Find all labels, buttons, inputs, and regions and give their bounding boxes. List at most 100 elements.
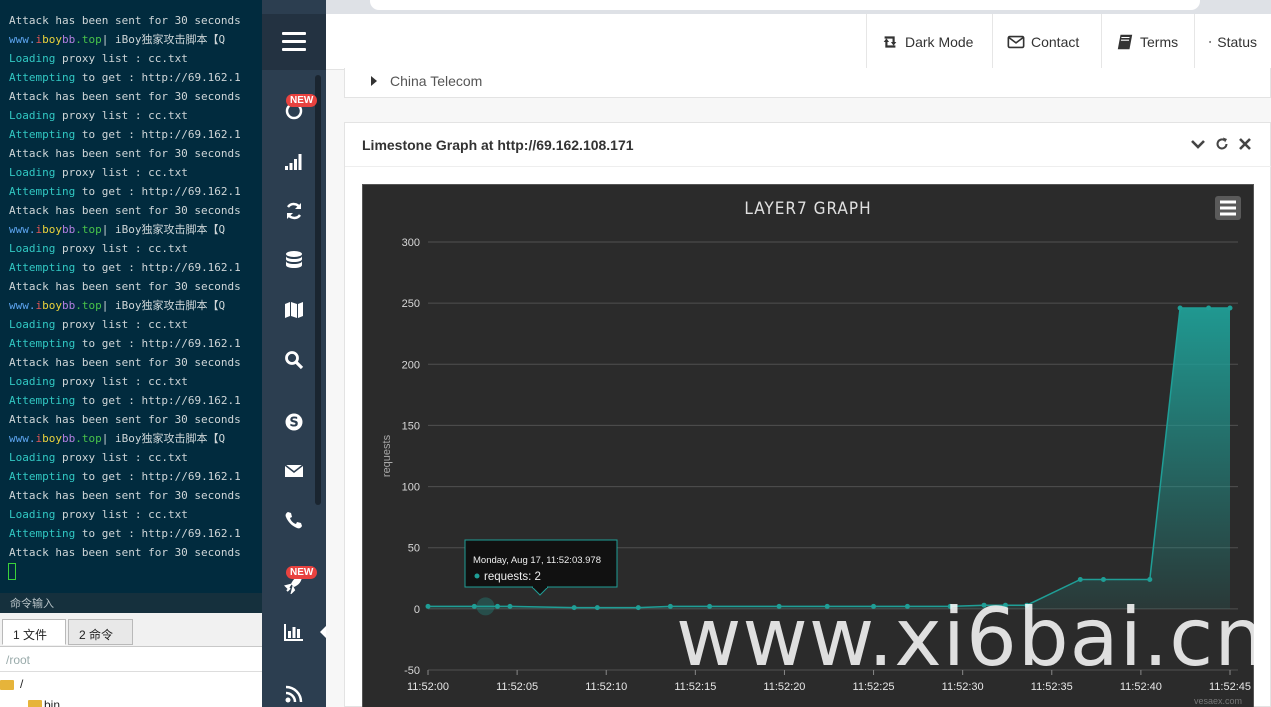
panel-title: Limestone Graph at http://69.162.108.171 <box>362 137 634 153</box>
terminal-window[interactable]: Attack has been sent for 30 seconds www.i… <box>0 0 262 593</box>
book-icon <box>1117 34 1133 50</box>
envelope-icon <box>284 464 304 477</box>
terminal-line: Attempting to get : http://69.162.1 <box>9 334 241 353</box>
terminal-text: Loading <box>9 52 56 65</box>
y-tick-label: 150 <box>402 420 420 432</box>
terminal-line: Attack has been sent for 30 seconds <box>9 11 241 30</box>
terminal-text: Loading <box>9 508 56 521</box>
terminal-text: | iBoy独家攻击脚本【Q <box>101 223 226 236</box>
terminal-text: Attack has been sent for 30 seconds <box>9 147 241 160</box>
signal-icon <box>285 154 302 170</box>
terminal-text: Loading <box>9 375 56 388</box>
data-point <box>1100 577 1106 583</box>
isp-accordion[interactable]: China Telecom <box>344 68 1271 98</box>
terminal-text: Attack has been sent for 30 seconds <box>9 489 241 502</box>
terminal-text: bb <box>62 432 76 445</box>
new-badge: NEW <box>286 566 318 579</box>
tab-commands-label: 2 命令 <box>79 628 114 642</box>
terminal-text: proxy list : cc.txt <box>55 508 188 521</box>
terminal-line: Loading proxy list : cc.txt <box>9 106 241 125</box>
command-input-bar[interactable]: 命令输入 <box>0 593 262 613</box>
terminal-text: .top <box>75 299 102 312</box>
tooltip-pointer-mask <box>533 585 547 588</box>
terms-button[interactable]: Terms <box>1101 14 1194 70</box>
address-bar[interactable] <box>370 0 1200 10</box>
path-field[interactable]: /root <box>0 648 262 672</box>
terminal-text: Attack has been sent for 30 seconds <box>9 204 241 217</box>
nav-item-rss[interactable] <box>262 672 326 707</box>
refresh-icon <box>286 202 302 220</box>
tab-commands[interactable]: 2 命令 <box>68 619 133 645</box>
nav-item-signal[interactable] <box>262 139 326 183</box>
nav-item-email[interactable] <box>262 449 326 493</box>
nav-item-skype[interactable]: S <box>262 400 326 444</box>
data-point <box>635 605 641 611</box>
data-point <box>471 603 477 609</box>
phone-icon <box>285 512 302 529</box>
nav-item-database[interactable] <box>262 238 326 282</box>
skype-icon: S <box>285 413 303 431</box>
tooltip-date: Monday, Aug 17, 11:52:03.978 <box>473 555 601 566</box>
chart-menu-button[interactable] <box>1215 196 1241 220</box>
data-point <box>425 603 431 609</box>
y-tick-label: 250 <box>402 298 420 310</box>
data-point <box>667 603 673 609</box>
dark-mode-button[interactable]: Dark Mode <box>866 14 992 70</box>
status-label: Status <box>1217 34 1257 50</box>
reload-icon[interactable] <box>1213 135 1231 153</box>
terminal-cursor <box>8 563 16 580</box>
y-tick-label: 100 <box>402 482 420 494</box>
path-text: /root <box>6 653 31 667</box>
tab-files-label: 1 文件 <box>13 628 48 642</box>
terminal-line: Loading proxy list : cc.txt <box>9 372 241 391</box>
terminal-line: Loading proxy list : cc.txt <box>9 315 241 334</box>
data-point <box>1147 577 1153 583</box>
close-icon[interactable] <box>1236 135 1254 153</box>
tab-files[interactable]: 1 文件 <box>2 619 66 645</box>
terminal-text: Loading <box>9 109 56 122</box>
terminal-text: to get : http://69.162.1 <box>75 337 241 350</box>
terminal-text: boy <box>42 223 62 236</box>
terminal-line: www.iboybb.top| iBoy独家攻击脚本【Q <box>9 296 241 315</box>
terminal-line: Attack has been sent for 30 seconds <box>9 486 241 505</box>
panel-header: Limestone Graph at http://69.162.108.171 <box>345 123 1271 167</box>
terminal-text: Attempting <box>9 470 76 483</box>
data-point <box>495 603 501 609</box>
terminal-text: proxy list : cc.txt <box>55 52 188 65</box>
tree-item-bin[interactable]: bin <box>44 698 60 707</box>
contact-button[interactable]: Contact <box>992 14 1101 70</box>
terminal-text: proxy list : cc.txt <box>55 166 188 179</box>
terminal-line: www.iboybb.top| iBoy独家攻击脚本【Q <box>9 429 241 448</box>
collapse-icon[interactable] <box>1189 135 1207 153</box>
terminal-text: Attempting <box>9 337 76 350</box>
terminal-line: Attempting to get : http://69.162.1 <box>9 467 241 486</box>
terminal-text: Attack has been sent for 30 seconds <box>9 90 241 103</box>
nav-item-graph[interactable] <box>262 610 326 654</box>
new-badge: NEW <box>286 94 318 107</box>
svg-text:S: S <box>289 416 298 431</box>
hamburger-icon <box>282 32 306 35</box>
nav-item-search[interactable] <box>262 338 326 382</box>
terminal-line: Loading proxy list : cc.txt <box>9 239 241 258</box>
map-icon <box>285 302 303 318</box>
nav-sidebar: NEW S NEW <box>262 0 327 707</box>
terminal-text: | iBoy独家攻击脚本【Q <box>101 299 226 312</box>
terminal-line: Attempting to get : http://69.162.1 <box>9 182 241 201</box>
data-point <box>1227 305 1233 311</box>
status-button[interactable]: Status <box>1194 14 1271 70</box>
tree-item-root[interactable]: / <box>20 677 23 691</box>
nav-item-phone[interactable] <box>262 498 326 542</box>
bottom-tabs: 1 文件 2 命令 <box>0 613 262 647</box>
terminal-line: Loading proxy list : cc.txt <box>9 505 241 524</box>
terminal-text: Attempting <box>9 185 76 198</box>
nav-item-refresh[interactable] <box>262 189 326 233</box>
menu-toggle-button[interactable] <box>262 14 326 70</box>
terminal-output: Attack has been sent for 30 seconds www.i… <box>9 11 241 562</box>
terminal-text: bb <box>62 299 76 312</box>
hamburger-icon <box>282 48 306 51</box>
terminal-text: bb <box>62 223 76 236</box>
nav-item-map[interactable] <box>262 288 326 332</box>
data-point <box>1206 305 1212 311</box>
terminal-line: Attack has been sent for 30 seconds <box>9 144 241 163</box>
terminal-line: Attempting to get : http://69.162.1 <box>9 125 241 144</box>
